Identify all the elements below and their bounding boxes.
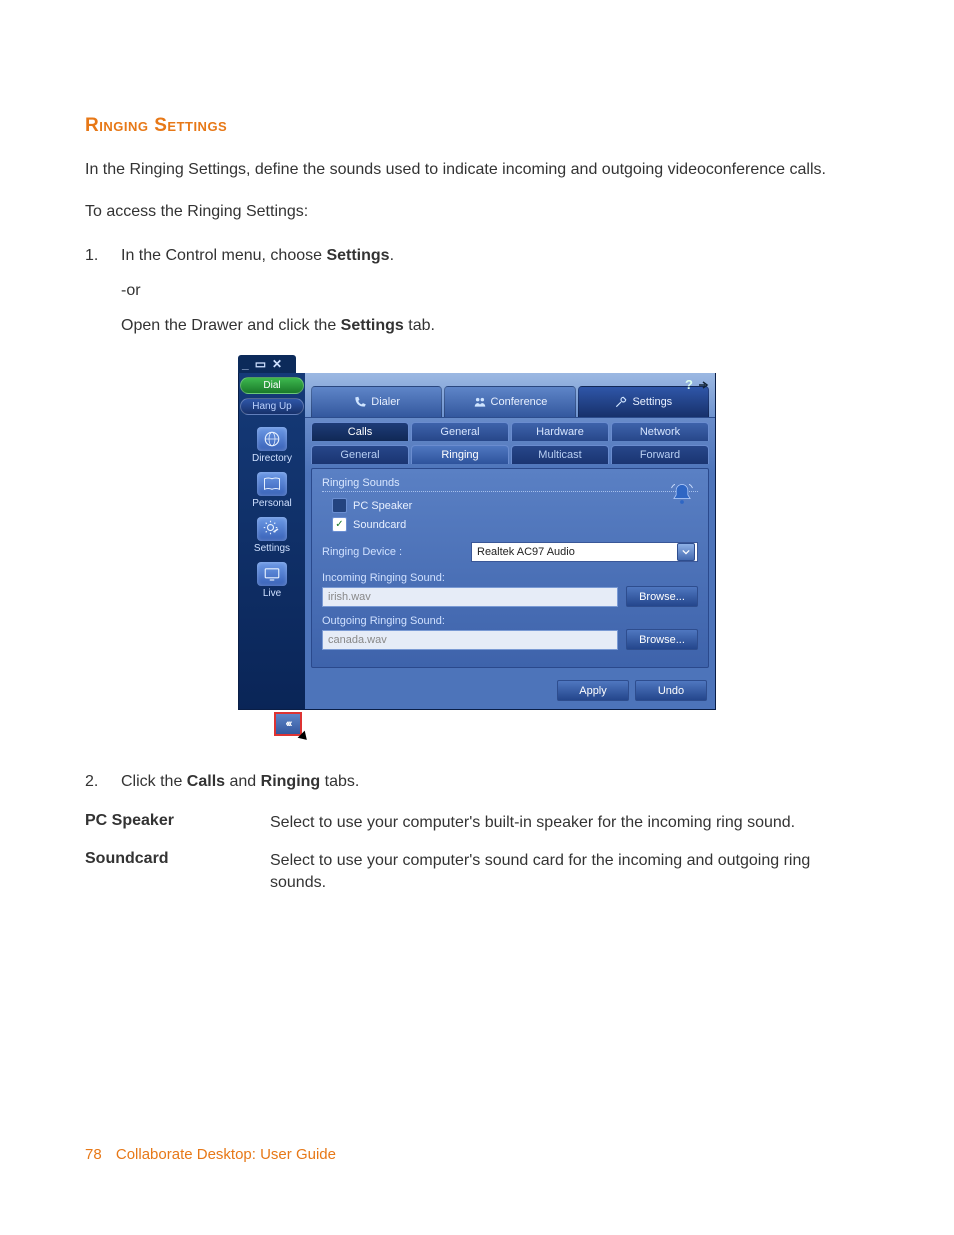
maximize-icon[interactable]: ▭ <box>255 358 266 370</box>
subtab-calls[interactable]: Calls <box>311 422 409 441</box>
ringing-panel: Ringing Sounds PC Speaker ✓ Soundcard Ri… <box>311 468 709 668</box>
window-controls: _ ▭ ✕ <box>238 355 296 373</box>
soundcard-label: Soundcard <box>353 519 406 531</box>
subtab-hardware[interactable]: Hardware <box>511 422 609 441</box>
step2-suffix: tabs. <box>320 773 359 790</box>
soundcard-checkbox[interactable]: ✓ <box>332 517 347 532</box>
apply-button[interactable]: Apply <box>557 680 629 701</box>
step-number-1: 1. <box>85 244 121 267</box>
monitor-icon <box>257 562 287 586</box>
step1-or: -or <box>121 279 869 302</box>
sub-tabs-row-2: General Ringing Multicast Forward <box>305 441 715 464</box>
step1-suffix: . <box>390 247 394 264</box>
step1b-suffix: tab. <box>404 317 435 334</box>
sidebar-label-settings: Settings <box>244 543 300 554</box>
page-footer: 78 Collaborate Desktop: User Guide <box>85 1146 336 1163</box>
step1b-prefix: Open the Drawer and click the <box>121 317 341 334</box>
step-1-text: In the Control menu, choose Settings. <box>121 244 394 267</box>
tab-settings-label: Settings <box>632 396 672 408</box>
def-pcspeaker-term: PC Speaker <box>85 812 270 830</box>
main-pane: Dialer Conference Settings ? <box>305 373 715 709</box>
settings-screenshot: _ ▭ ✕ Dial Hang Up Directory <box>238 355 716 740</box>
sidebar-item-settings[interactable]: Settings <box>244 517 300 554</box>
sidebar-label-directory: Directory <box>244 453 300 464</box>
pin-icon[interactable] <box>697 379 709 394</box>
def-soundcard-term: Soundcard <box>85 850 270 868</box>
browse-label-2: Browse... <box>639 634 685 646</box>
step1b-bold: Settings <box>341 317 404 334</box>
step1b-text: Open the Drawer and click the Settings t… <box>121 314 869 337</box>
gear-icon <box>257 517 287 541</box>
incoming-sound-input[interactable]: irish.wav <box>322 587 618 607</box>
ringing-device-label: Ringing Device : <box>322 546 427 558</box>
sub-tabs-row-1: Calls General Hardware Network <box>305 418 715 441</box>
pcspeaker-checkbox[interactable] <box>332 498 347 513</box>
ringing-device-value: Realtek AC97 Audio <box>477 546 575 558</box>
step2-bold2: Ringing <box>261 773 321 790</box>
phone-icon <box>353 395 367 409</box>
sidebar-item-personal[interactable]: Personal <box>244 472 300 509</box>
subtab-general[interactable]: General <box>311 445 409 464</box>
tab-conference[interactable]: Conference <box>444 386 575 417</box>
minimize-icon[interactable]: _ <box>242 358 249 370</box>
step2-prefix: Click the <box>121 773 187 790</box>
pcspeaker-label: PC Speaker <box>353 500 412 512</box>
hangup-button[interactable]: Hang Up <box>240 398 304 415</box>
tab-dialer-label: Dialer <box>371 396 400 408</box>
panel-footer-buttons: Apply Undo <box>305 674 715 709</box>
globe-icon <box>257 427 287 451</box>
subtab-network[interactable]: Network <box>611 422 709 441</box>
undo-button[interactable]: Undo <box>635 680 707 701</box>
ringing-device-dropdown[interactable]: Realtek AC97 Audio <box>471 542 698 562</box>
book-icon <box>257 472 287 496</box>
subtab-multicast[interactable]: Multicast <box>511 445 609 464</box>
footer-title: Collaborate Desktop: User Guide <box>116 1146 336 1163</box>
top-tabs: Dialer Conference Settings ? <box>305 373 715 418</box>
outgoing-browse-button[interactable]: Browse... <box>626 629 698 650</box>
drawer-arrows-icon: ‹‹‹ <box>286 718 291 730</box>
browse-label: Browse... <box>639 591 685 603</box>
outgoing-sound-label: Outgoing Ringing Sound: <box>322 615 698 627</box>
step1-bold: Settings <box>326 247 389 264</box>
sidebar-item-live[interactable]: Live <box>244 562 300 599</box>
section-heading: Ringing Settings <box>85 115 869 137</box>
step2-bold1: Calls <box>187 773 225 790</box>
step1-prefix: In the Control menu, choose <box>121 247 326 264</box>
sidebar: Dial Hang Up Directory Personal <box>239 373 305 709</box>
dial-button[interactable]: Dial <box>240 377 304 394</box>
chevron-down-icon <box>677 543 695 561</box>
step-2-text: Click the Calls and Ringing tabs. <box>121 770 359 793</box>
subtab-general-top[interactable]: General <box>411 422 509 441</box>
step-number-2: 2. <box>85 770 121 793</box>
page-number: 78 <box>85 1146 102 1163</box>
sidebar-label-live: Live <box>244 588 300 599</box>
tab-dialer[interactable]: Dialer <box>311 386 442 417</box>
def-pcspeaker-desc: Select to use your computer's built-in s… <box>270 812 869 834</box>
close-icon[interactable]: ✕ <box>272 358 282 370</box>
tab-conference-label: Conference <box>491 396 548 408</box>
subtab-forward[interactable]: Forward <box>611 445 709 464</box>
fieldset-label: Ringing Sounds <box>322 477 698 492</box>
intro-paragraph: In the Ringing Settings, define the soun… <box>85 159 869 181</box>
people-icon <box>473 395 487 409</box>
help-icon[interactable]: ? <box>685 377 693 392</box>
subtab-ringing[interactable]: Ringing <box>411 445 509 464</box>
incoming-browse-button[interactable]: Browse... <box>626 586 698 607</box>
step2-mid: and <box>225 773 261 790</box>
tools-icon <box>614 395 628 409</box>
def-soundcard-desc: Select to use your computer's sound card… <box>270 850 869 895</box>
bell-icon <box>668 481 696 509</box>
sidebar-label-personal: Personal <box>244 498 300 509</box>
incoming-sound-label: Incoming Ringing Sound: <box>322 572 698 584</box>
access-line: To access the Ringing Settings: <box>85 201 869 223</box>
drawer-handle[interactable]: ‹‹‹ <box>274 712 302 736</box>
outgoing-sound-input[interactable]: canada.wav <box>322 630 618 650</box>
sidebar-item-directory[interactable]: Directory <box>244 427 300 464</box>
